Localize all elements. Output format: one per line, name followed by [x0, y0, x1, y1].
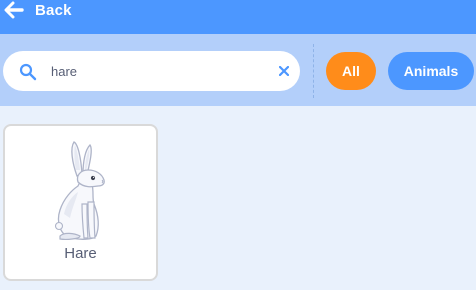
tag-animals-label: Animals	[403, 63, 459, 79]
sprite-name: Hare	[64, 245, 97, 262]
left-arrow-icon	[4, 1, 24, 19]
sprite-card-hare[interactable]: Hare	[3, 124, 158, 281]
divider	[313, 44, 314, 98]
hare-image	[54, 141, 105, 240]
tag-all-button[interactable]: All	[326, 52, 376, 90]
close-icon[interactable]	[279, 66, 289, 76]
back-label: Back	[35, 1, 72, 19]
tag-all-label: All	[342, 63, 360, 79]
tag-animals-button[interactable]: Animals	[388, 52, 474, 90]
search-icon	[19, 63, 37, 81]
filter-bar: All Animals	[0, 34, 476, 106]
back-button[interactable]: Back	[4, 0, 72, 21]
header-bar: Back	[0, 0, 476, 34]
search-box[interactable]	[3, 51, 300, 91]
search-input[interactable]	[51, 61, 261, 81]
